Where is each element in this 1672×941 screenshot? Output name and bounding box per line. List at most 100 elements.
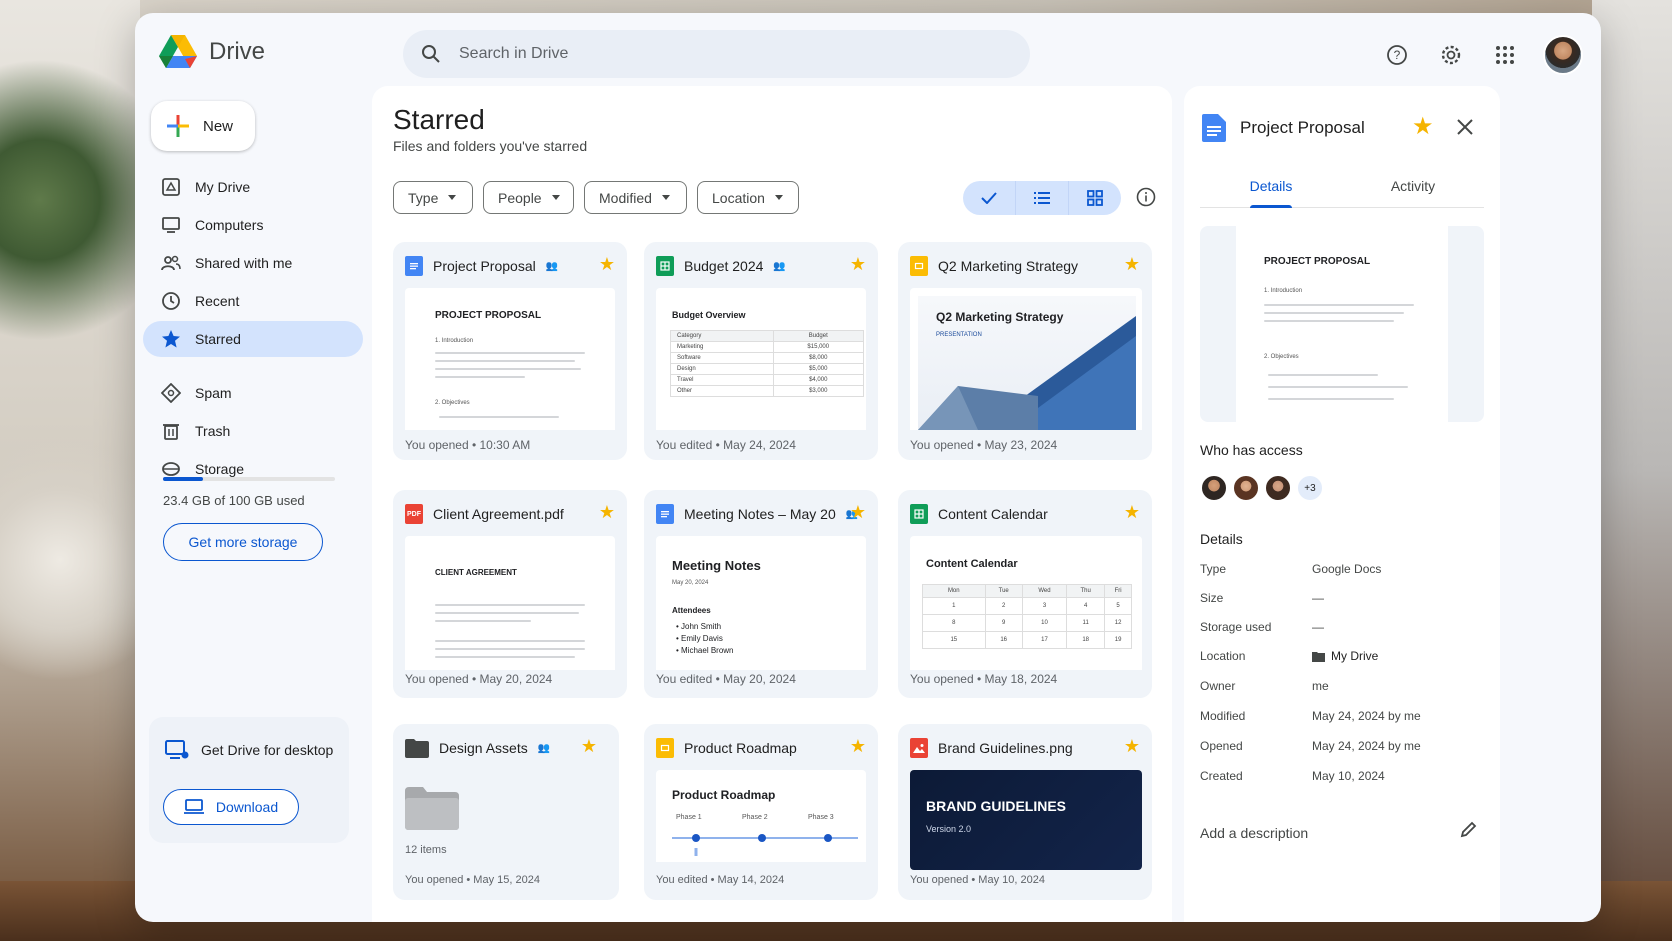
list-view-button[interactable] <box>1016 181 1069 215</box>
filter-chips: Type People Modified Location <box>393 181 799 214</box>
starred-icon[interactable]: ★ <box>1124 736 1140 757</box>
tab-activity[interactable]: Activity <box>1342 164 1484 207</box>
thumb-heading: CLIENT AGREEMENT <box>435 568 517 577</box>
apps-button[interactable] <box>1489 39 1521 71</box>
access-avatars[interactable]: +3 <box>1200 474 1324 502</box>
thumb-heading: PROJECT PROPOSAL <box>435 310 542 321</box>
add-description-field[interactable]: Add a description <box>1200 825 1308 841</box>
trash-icon <box>163 424 179 440</box>
drive-logo[interactable]: Drive <box>159 35 265 69</box>
dropdown-arrow-icon <box>448 195 457 200</box>
laptop-icon <box>183 799 204 814</box>
dropdown-arrow-icon <box>661 195 670 200</box>
file-card-content-calendar[interactable]: Content Calendar ★ Content Calendar Mon T… <box>898 490 1152 698</box>
starred-icon[interactable]: ★ <box>1124 502 1140 523</box>
file-meta: You opened • 10:30 AM <box>405 438 531 452</box>
file-thumbnail: Q2 Marketing Strategy PRESENTATION <box>910 288 1142 430</box>
sidebar-item-spam[interactable]: Spam <box>143 375 363 411</box>
file-card-header: PDF Client Agreement.pdf <box>405 504 615 524</box>
access-title: Who has access <box>1200 442 1303 458</box>
panel-preview[interactable]: PROJECT PROPOSAL 1. Introduction 2. Obje… <box>1200 226 1484 422</box>
file-thumbnail: Budget Overview Category Budget Marketing… <box>656 288 866 430</box>
calendar-table: Mon Tue Wed Thu Fri 12345 8 9 10 11 12 15 16 17 18 1… <box>922 584 1132 649</box>
help-button[interactable]: ? <box>1381 39 1413 71</box>
sidebar-item-computers[interactable]: Computers <box>143 207 363 243</box>
file-card-client-agreement[interactable]: PDF Client Agreement.pdf ★ CLIENT AGREEM… <box>393 490 627 698</box>
filter-location[interactable]: Location <box>697 181 799 214</box>
file-card-brand-guidelines[interactable]: Brand Guidelines.png ★ BRAND GUIDELINES … <box>898 724 1152 900</box>
starred-icon[interactable]: ★ <box>850 502 866 523</box>
sidebar-item-my-drive[interactable]: My Drive <box>143 169 363 205</box>
sidebar-item-label: Starred <box>195 331 241 347</box>
folder-icon <box>405 739 429 758</box>
panel-star-button[interactable]: ★ <box>1412 112 1434 141</box>
starred-icon[interactable]: ★ <box>850 736 866 757</box>
account-avatar[interactable] <box>1543 35 1583 75</box>
check-icon <box>981 192 997 204</box>
filter-people[interactable]: People <box>483 181 574 214</box>
file-name: Client Agreement.pdf <box>433 506 564 522</box>
sidebar-item-label: Computers <box>195 217 264 233</box>
sidebar-item-storage[interactable]: Storage <box>143 451 363 487</box>
grid-view-button[interactable] <box>1069 181 1121 215</box>
filter-type[interactable]: Type <box>393 181 473 214</box>
starred-icon[interactable]: ★ <box>581 736 597 757</box>
starred-icon[interactable]: ★ <box>599 254 615 275</box>
file-name: Content Calendar <box>938 506 1048 522</box>
detail-row: Created May 10, 2024 <box>1200 769 1385 783</box>
help-icon: ? <box>1387 45 1407 65</box>
folder-item-count: 12 items <box>405 844 447 856</box>
file-name: Design Assets <box>439 740 528 756</box>
file-meta: You edited • May 14, 2024 <box>656 874 785 886</box>
file-card-budget-2024[interactable]: Budget 2024 👥 ★ Budget Overview Category… <box>644 242 878 460</box>
download-button[interactable]: Download <box>163 789 299 825</box>
detail-row: Owner me <box>1200 679 1329 693</box>
panel-preview-page: PROJECT PROPOSAL 1. Introduction 2. Obje… <box>1236 226 1448 422</box>
close-panel-button[interactable] <box>1456 116 1474 142</box>
thumb-heading: BRAND GUIDELINES <box>926 798 1067 814</box>
info-button[interactable] <box>1136 187 1156 212</box>
google-sheets-icon <box>910 504 928 524</box>
sidebar-item-recent[interactable]: Recent <box>143 283 363 319</box>
file-name: Q2 Marketing Strategy <box>938 258 1079 274</box>
file-card-meeting-notes[interactable]: Meeting Notes – May 20 👥 ★ Meeting Notes… <box>644 490 878 698</box>
edit-description-button[interactable] <box>1460 820 1478 843</box>
search-input[interactable] <box>459 45 979 63</box>
filter-modified[interactable]: Modified <box>584 181 687 214</box>
thumb-heading: Meeting Notes <box>672 558 761 573</box>
view-toggle-select[interactable] <box>963 181 1016 215</box>
sidebar-item-trash[interactable]: Trash <box>143 413 363 449</box>
sidebar-item-starred[interactable]: Starred <box>143 321 363 357</box>
file-card-design-assets[interactable]: Design Assets 👥 ★ 12 items You opened • … <box>393 724 619 900</box>
spam-icon <box>161 383 181 403</box>
new-button[interactable]: New <box>151 101 255 151</box>
attendee: • John Smith <box>676 622 722 631</box>
sidebar-item-label: Storage <box>195 461 245 477</box>
tab-details[interactable]: Details <box>1200 164 1342 208</box>
grid-icon <box>1087 190 1103 206</box>
starred-icon[interactable]: ★ <box>850 254 866 275</box>
detail-row: Modified May 24, 2024 by me <box>1200 709 1421 723</box>
search-bar[interactable] <box>403 30 1030 78</box>
file-thumbnail: CLIENT AGREEMENT <box>405 536 615 670</box>
pdf-icon: PDF <box>405 504 423 524</box>
settings-button[interactable] <box>1435 39 1467 71</box>
detail-row: Location My Drive <box>1200 649 1379 663</box>
page-subtitle: Files and folders you've starred <box>393 138 588 154</box>
panel-title: Project Proposal <box>1240 118 1365 137</box>
starred-icon[interactable]: ★ <box>599 502 615 523</box>
file-name: Product Roadmap <box>684 740 797 756</box>
file-card-q2-marketing-strategy[interactable]: Q2 Marketing Strategy ★ Q2 Marketing Str… <box>898 242 1152 460</box>
file-card-product-roadmap[interactable]: Product Roadmap ★ Product Roadmap Phase … <box>644 724 878 900</box>
starred-icon[interactable]: ★ <box>1124 254 1140 275</box>
file-card-header: Budget 2024 👥 <box>656 256 866 276</box>
location-value[interactable]: My Drive <box>1331 649 1378 663</box>
avatar <box>1264 474 1292 502</box>
file-meta: You opened • May 15, 2024 <box>405 874 540 886</box>
file-card-project-proposal[interactable]: Project Proposal 👥 ★ PROJECT PROPOSAL 1.… <box>393 242 627 460</box>
sidebar-item-shared[interactable]: Shared with me <box>143 245 363 281</box>
background-right <box>1592 0 1672 941</box>
thumb-section: 1. Introduction <box>1264 288 1303 294</box>
get-more-storage-button[interactable]: Get more storage <box>163 523 323 561</box>
phase-label: Phase 1 <box>676 814 702 821</box>
